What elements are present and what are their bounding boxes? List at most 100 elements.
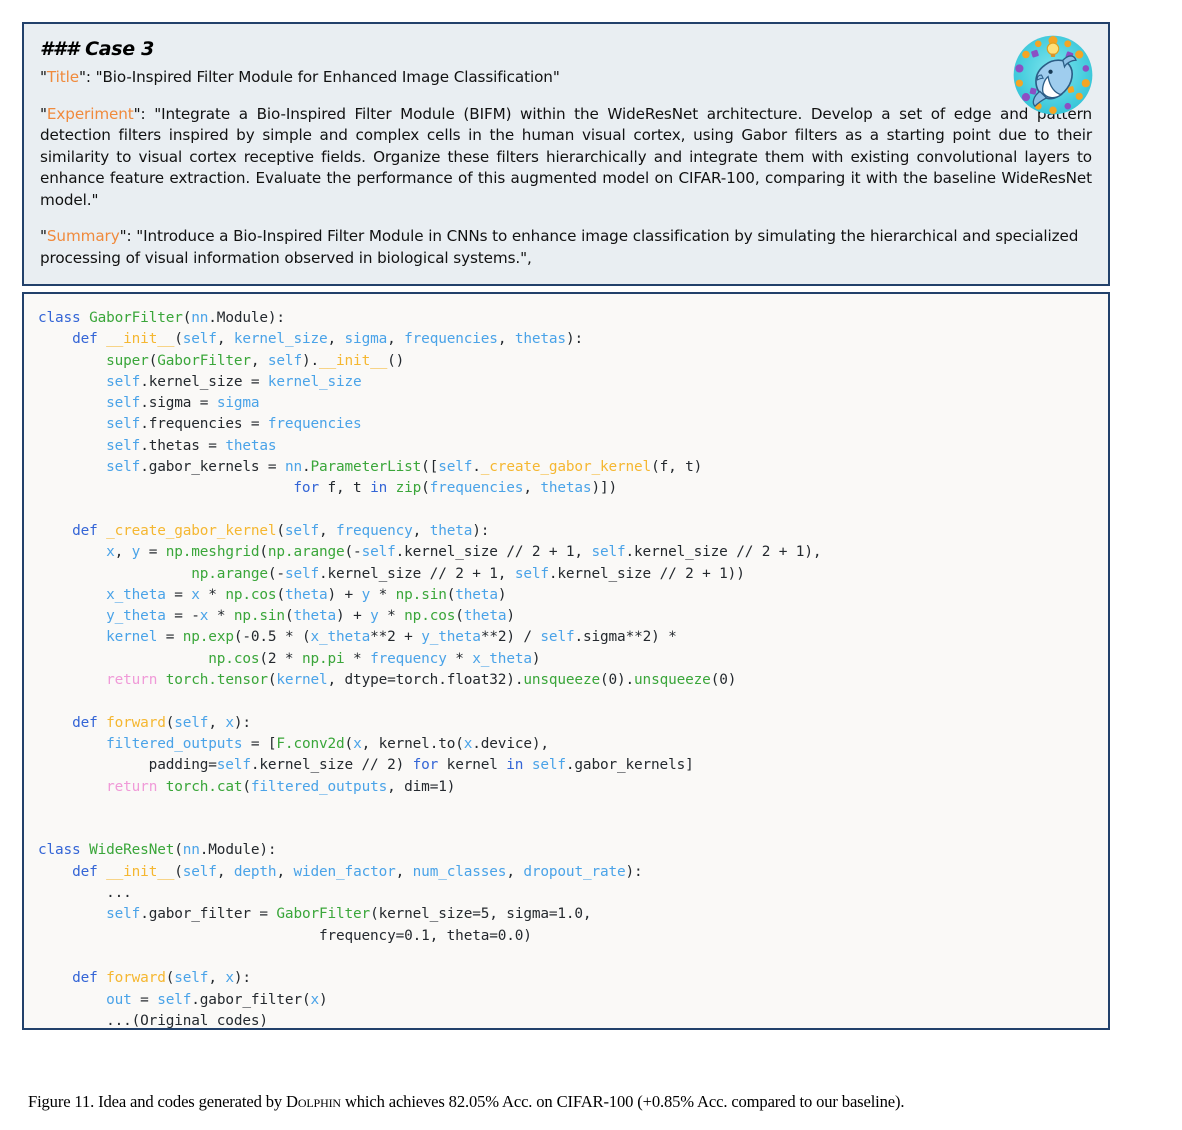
code-token-self: self xyxy=(267,352,302,369)
code-token-self: sigma xyxy=(216,395,260,412)
code-token-pl: ...(Original codes) xyxy=(38,1012,268,1029)
title-colon: : xyxy=(85,67,96,86)
code-token-self: dropout_rate xyxy=(523,863,626,880)
exp-colon: : xyxy=(140,104,155,123)
figure-page: ### Case 3 "Title": "Bio-Inspired Filter… xyxy=(0,0,1182,1130)
code-token-self: self xyxy=(284,565,319,582)
code-token-pl: = xyxy=(140,544,166,561)
case-heading-hashes: ### xyxy=(40,38,79,60)
code-token-self: theta xyxy=(455,586,498,603)
code-token-self: self xyxy=(174,970,209,987)
code-token-pl: .kernel_size // 2) xyxy=(250,757,413,774)
code-token-self: y xyxy=(131,544,141,561)
code-token-cls: np.exp xyxy=(182,629,234,646)
code-token-kw: for xyxy=(412,757,439,774)
code-token-pl: .kernel_size = xyxy=(140,373,268,390)
code-token-pl: **2 + xyxy=(370,629,422,646)
caption-prefix: Figure 11. Idea and codes generated by xyxy=(28,1092,287,1111)
code-token-pl: )]) xyxy=(591,480,617,497)
code-token-pl: **2) / xyxy=(480,629,541,646)
code-token-pl: ( xyxy=(182,310,192,326)
code-token-self: num_classes xyxy=(412,863,507,880)
caption-suffix: which achieves 82.05% Acc. on CIFAR-100 … xyxy=(340,1092,905,1111)
code-token-self: frequencies xyxy=(404,331,498,348)
code-token-cls: np.sin xyxy=(233,608,285,625)
code-token-self: self xyxy=(106,906,141,923)
code-token-pl: ... xyxy=(38,885,132,902)
code-token-pl: ( xyxy=(165,970,175,987)
code-token-self: x xyxy=(463,735,473,752)
code-token-self: self xyxy=(540,629,575,646)
code-token-pl: ( xyxy=(446,586,456,603)
code-token-cls: F.conv2d xyxy=(276,735,345,752)
code-token-self: filtered_outputs xyxy=(106,735,243,752)
code-token-fn: __init__ xyxy=(106,863,175,880)
code-token-cls: np.arange xyxy=(267,544,345,561)
code-token-self: self xyxy=(216,757,251,774)
sum-value-quote-close: " xyxy=(520,249,527,268)
code-token-pl: ( xyxy=(276,586,285,603)
code-token-cls: np.meshgrid xyxy=(165,544,260,561)
code-token-pl: (kernel_size=5, sigma=1.0, xyxy=(370,906,592,923)
code-token-self: out xyxy=(106,991,132,1008)
exp-quote-close: " xyxy=(133,104,141,123)
code-token-pl: ( xyxy=(259,544,268,561)
code-token-kw: def xyxy=(72,331,98,348)
code-token-pl: * xyxy=(344,650,371,667)
code-token-pl: , xyxy=(395,863,413,880)
code-token-pl: * xyxy=(378,608,405,625)
code-token-self: sigma xyxy=(344,331,388,348)
code-token-pl: .frequencies = xyxy=(140,416,268,433)
code-token-cls: unsqueeze xyxy=(634,672,711,689)
code-token-self: x_theta xyxy=(106,586,166,603)
figure-caption: Figure 11. Idea and codes generated by D… xyxy=(28,1092,1158,1113)
code-token-pl: * xyxy=(370,586,396,603)
code-token-pl: .device), xyxy=(472,735,549,752)
idea-panel: ### Case 3 "Title": "Bio-Inspired Filter… xyxy=(22,22,1110,286)
case-heading-text: Case 3 xyxy=(85,38,155,60)
code-token-fn: _create_gabor_kernel xyxy=(106,522,277,539)
quote-close: " xyxy=(78,67,86,86)
code-token-self: frequencies xyxy=(429,480,524,497)
code-token-self: self xyxy=(106,395,141,412)
code-token-pl: * xyxy=(446,650,473,667)
code-token-fn: _create_gabor_kernel xyxy=(480,459,652,476)
code-token-self: self xyxy=(106,459,141,476)
code-token-self: kernel xyxy=(276,672,328,689)
code-token-pl: .kernel_size // 2 + 1, xyxy=(395,544,592,561)
code-token-pl: kernel xyxy=(438,757,507,774)
code-token-cls: np.cos xyxy=(208,650,260,667)
code-token-kw: for xyxy=(293,480,319,497)
code-token-pl: (f, t) xyxy=(651,459,703,476)
code-token-self: theta xyxy=(284,586,328,603)
code-token-pl: , xyxy=(216,863,234,880)
title-value: Bio-Inspired Filter Module for Enhanced … xyxy=(102,67,553,86)
code-token-ret: return xyxy=(106,778,158,795)
quote-open: " xyxy=(40,67,47,86)
code-token-cls: np.cos xyxy=(225,586,277,603)
code-token-cls: GaborFilter xyxy=(276,906,371,923)
code-token-pl: ) xyxy=(497,586,507,603)
code-token-self: x xyxy=(225,970,234,987)
code-token-self: self xyxy=(438,459,473,476)
code-token-cls: GaborFilter xyxy=(89,310,183,326)
code-token-pl: , kernel.to( xyxy=(361,735,464,752)
experiment-key: Experiment xyxy=(46,104,134,123)
code-token-pl: ) xyxy=(506,608,515,625)
case-heading: ### Case 3 xyxy=(40,36,1092,63)
code-token-pl: ). xyxy=(301,352,319,369)
code-token-self: y_theta xyxy=(421,629,481,646)
